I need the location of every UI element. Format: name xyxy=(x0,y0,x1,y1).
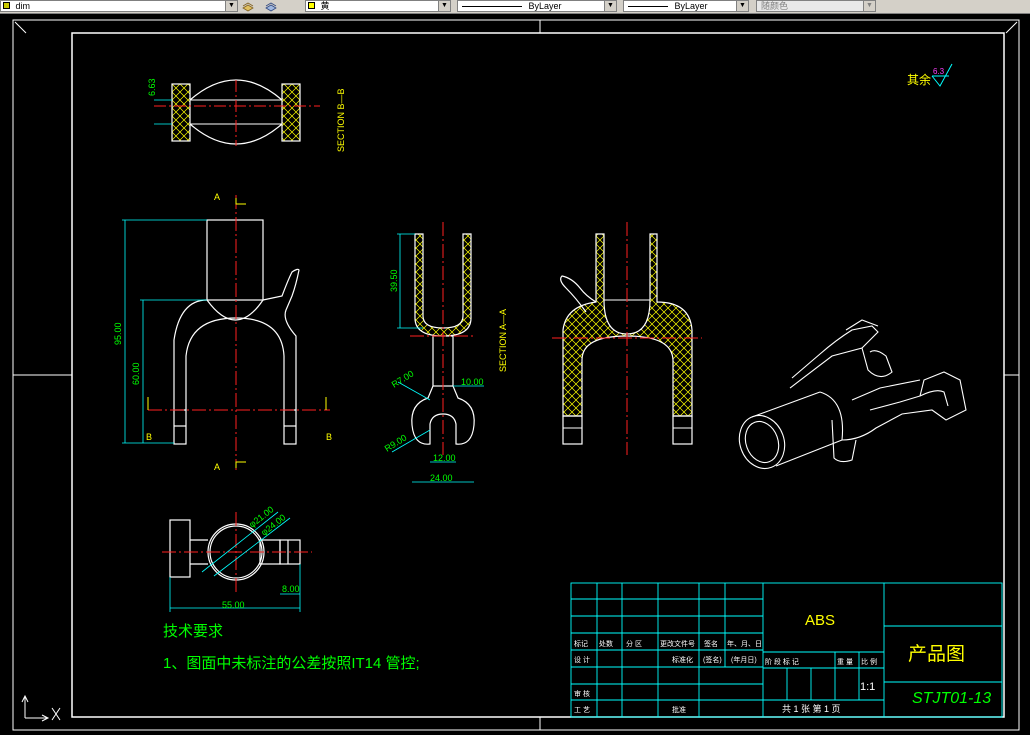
dim-55: 55.00 xyxy=(222,600,245,610)
dim-39-5: 39.50 xyxy=(389,269,399,292)
tb-sheet-count: 共 1 张 第 1 页 xyxy=(782,703,841,714)
view-bottom xyxy=(162,512,312,592)
dim-r9: R9.00 xyxy=(383,432,409,453)
drawing-canvas[interactable]: 其余 6.3 6.63 SECTION B—B 95.00 60.00 A A … xyxy=(0,14,1030,735)
tb-stage-mark: 阶 段 标 记 xyxy=(765,657,799,666)
dim-95: 95.00 xyxy=(113,322,123,345)
tb-sign-hint: (签名) xyxy=(703,655,722,664)
color-dropdown-value: 黄 xyxy=(320,1,330,11)
linetype-dropdown-value: ByLayer xyxy=(528,1,562,11)
layer-stack-icon xyxy=(242,2,254,12)
tech-requirements-title: 技术要求 xyxy=(163,623,223,640)
chevron-down-icon[interactable]: ▼ xyxy=(863,1,875,11)
tb-drawing-name: 产品图 xyxy=(908,643,965,665)
tb-drawing-no: STJT01-13 xyxy=(912,690,991,707)
tb-review: 审 核 xyxy=(574,689,590,698)
cut-label-a-bottom: A xyxy=(214,462,220,472)
chevron-down-icon[interactable]: ▼ xyxy=(604,1,616,11)
tb-scale-value: 1:1 xyxy=(860,681,875,693)
tb-approve: 批准 xyxy=(672,705,686,714)
lineweight-dropdown[interactable]: ByLayer ▼ xyxy=(623,0,749,12)
tb-design: 设 计 xyxy=(574,655,590,664)
tb-weight: 重 量 xyxy=(837,658,853,666)
make-layer-current-button[interactable] xyxy=(241,0,255,12)
plotstyle-dropdown-value: 随颜色 xyxy=(761,1,789,11)
ucs-icon xyxy=(21,694,61,722)
layer-dropdown[interactable]: dim ▼ xyxy=(0,0,238,12)
tb-header-date: 年、月、日 xyxy=(727,639,762,648)
linetype-dropdown[interactable]: ByLayer ▼ xyxy=(457,0,617,12)
yellow-swatch-icon xyxy=(308,2,315,9)
view-isometric xyxy=(738,319,967,470)
dim-6-63: 6.63 xyxy=(147,78,157,96)
roughness-value: 6.3 xyxy=(933,67,945,76)
dim-r7: R7.00 xyxy=(390,368,416,389)
layer-previous-icon xyxy=(265,2,277,12)
view-section-side xyxy=(552,222,702,455)
chevron-down-icon[interactable]: ▼ xyxy=(438,1,450,11)
properties-toolbar: dim ▼ 黄 ▼ ByLayer ▼ ByLayer ▼ 随颜色 ▼ xyxy=(0,0,1030,14)
tb-header-count: 处数 xyxy=(599,639,613,648)
dim-24: 24.00 xyxy=(430,473,453,483)
layer-previous-button[interactable] xyxy=(264,0,278,12)
lineweight-dropdown-value: ByLayer xyxy=(674,1,708,11)
roughness-label: 其余 xyxy=(907,72,931,87)
layer-color-swatch-icon xyxy=(3,2,10,9)
layer-dropdown-value: dim xyxy=(15,1,31,11)
color-dropdown[interactable]: 黄 ▼ xyxy=(305,0,451,12)
cut-label-b-right: B xyxy=(326,432,332,442)
dim-8: 8.00 xyxy=(282,584,300,594)
tech-requirement-item: 1、图面中未标注的公差按照IT14 管控; xyxy=(163,655,420,672)
tb-header-change-doc: 更改文件号 xyxy=(660,639,695,648)
section-aa-label: SECTION A—A xyxy=(498,309,508,372)
cut-label-a-top: A xyxy=(214,192,220,202)
sheet-inner-border xyxy=(71,32,1005,718)
chevron-down-icon[interactable]: ▼ xyxy=(736,1,748,11)
tb-header-sign: 签名 xyxy=(704,639,718,648)
plotstyle-dropdown[interactable]: 随颜色 ▼ xyxy=(756,0,876,12)
dim-60: 60.00 xyxy=(131,362,141,385)
tb-scale-label: 比 例 xyxy=(861,657,877,666)
dim-12: 12.00 xyxy=(433,453,456,463)
linetype-sample xyxy=(462,6,522,8)
section-bb-label: SECTION B—B xyxy=(336,88,346,152)
tb-standard: 标准化 xyxy=(672,655,693,664)
tb-date-hint: (年月日) xyxy=(731,655,757,664)
view-section-aa xyxy=(410,222,476,455)
dim-10: 10.00 xyxy=(461,377,484,387)
view-section-bb xyxy=(154,79,320,146)
tb-header-zone: 分 区 xyxy=(626,639,642,648)
chevron-down-icon[interactable]: ▼ xyxy=(225,1,237,11)
tb-process: 工 艺 xyxy=(574,706,590,714)
tb-header-mark: 标记 xyxy=(574,639,588,648)
tb-material: ABS xyxy=(805,612,835,629)
cut-label-b-left: B xyxy=(146,432,152,442)
lineweight-sample xyxy=(628,6,668,8)
